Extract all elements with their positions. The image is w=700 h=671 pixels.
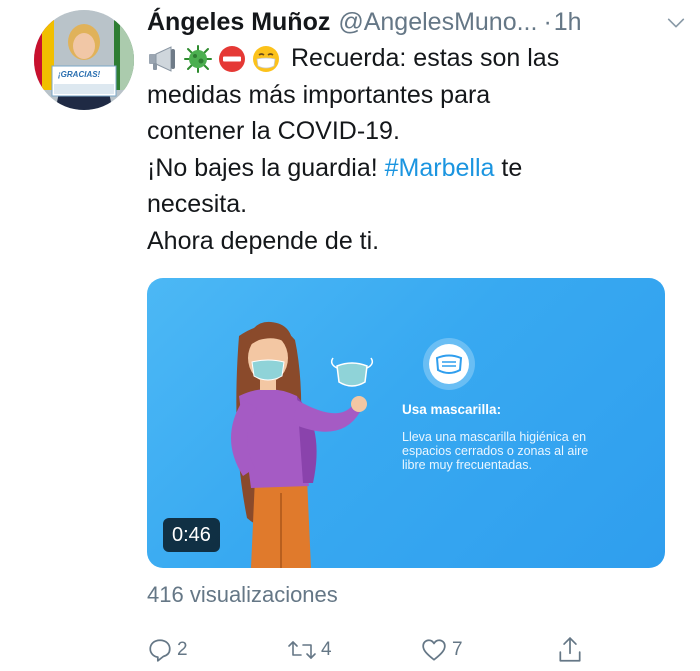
reply-icon	[149, 639, 171, 662]
avatar[interactable]: ¡GRACIAS!	[34, 10, 134, 110]
like-button[interactable]: 7	[420, 635, 463, 665]
author-handle[interactable]: @AngelesMuno...	[338, 8, 537, 37]
retweet-icon	[288, 641, 316, 659]
tweet-text-line-1: Recuerda: estas son las	[291, 44, 560, 72]
author-name[interactable]: Ángeles Muñoz	[147, 8, 330, 37]
reply-count: 2	[177, 639, 188, 660]
face-with-mask-icon	[253, 46, 279, 73]
video-duration-badge: 0:46	[163, 518, 220, 552]
heart-icon	[422, 639, 446, 661]
video-illustration	[231, 321, 475, 568]
microbe-icon	[184, 45, 212, 74]
share-icon	[559, 637, 581, 662]
retweet-count: 4	[321, 639, 332, 660]
tweet-text-line-6: Ahora depende de ti.	[147, 226, 380, 255]
avatar-sign-text: ¡GRACIAS!	[58, 70, 101, 79]
action-bar: 2 4 7	[147, 635, 687, 665]
tweet-text: Recuerda: estas son las medidas más impo…	[147, 40, 677, 259]
tweet-time[interactable]: 1h	[554, 8, 582, 37]
emoji-row	[147, 44, 281, 74]
view-count: 416 visualizaciones	[147, 582, 338, 607]
avatar-photo	[34, 10, 134, 110]
loudspeaker-icon	[149, 46, 175, 73]
like-count: 7	[452, 639, 463, 660]
no-entry-icon	[219, 46, 245, 73]
video-info-description: Lleva una mascarilla higiénica en espaci…	[402, 430, 589, 472]
reply-button[interactable]: 2	[147, 635, 188, 665]
video-player[interactable]: Usa mascarilla: Lleva una mascarilla hig…	[147, 278, 665, 568]
hashtag-link[interactable]: #Marbella	[385, 154, 495, 182]
tweet-text-line-4b: te	[494, 153, 523, 182]
tweet-text-line-4a: ¡No bajes la guardia!	[147, 153, 385, 182]
video-info-title: Usa mascarilla:	[402, 402, 502, 417]
retweet-button[interactable]: 4	[287, 635, 332, 665]
share-button[interactable]	[557, 635, 583, 665]
tweet-text-line-2: medidas más importantes para	[147, 80, 491, 109]
chevron-down-icon[interactable]	[665, 12, 687, 34]
tweet-text-line-5: necesita.	[147, 190, 248, 218]
separator-dot: ·	[543, 7, 552, 36]
tweet-header: Ángeles Muñoz @AngelesMuno... · 1h	[147, 4, 687, 40]
tweet-text-line-3: contener la COVID-19.	[147, 117, 400, 145]
